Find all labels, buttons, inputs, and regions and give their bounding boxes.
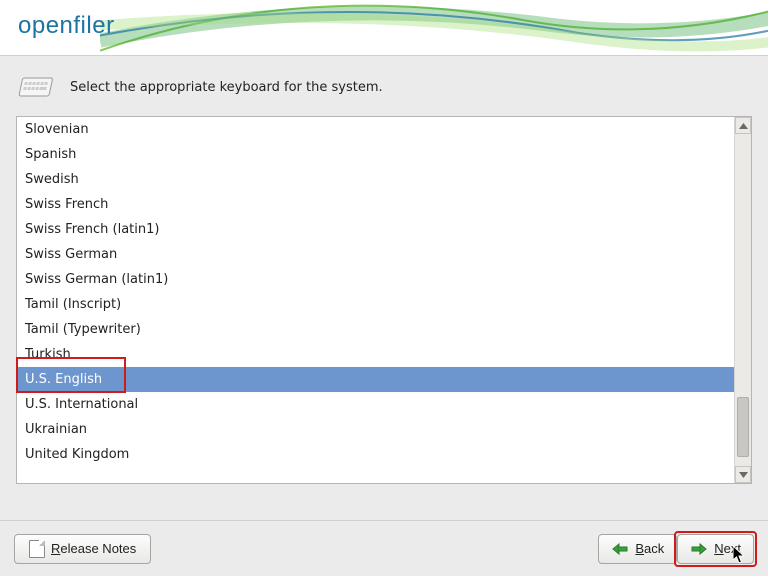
list-item[interactable]: United Kingdom: [17, 442, 734, 467]
document-icon: [29, 540, 45, 558]
back-label: Back: [635, 541, 664, 556]
instruction-row: Select the appropriate keyboard for the …: [16, 72, 752, 102]
header-banner: openfiler: [0, 0, 768, 56]
scroll-up-button[interactable]: [735, 117, 751, 134]
header-decoration: [100, 0, 768, 56]
next-label: Next: [714, 541, 741, 556]
list-item[interactable]: Tamil (Typewriter): [17, 317, 734, 342]
release-notes-button[interactable]: Release Notes: [14, 534, 151, 564]
keyboard-icon: [16, 72, 56, 102]
list-item[interactable]: Swiss French: [17, 192, 734, 217]
back-button[interactable]: Back: [598, 534, 677, 564]
list-item[interactable]: Swiss French (latin1): [17, 217, 734, 242]
scroll-thumb[interactable]: [737, 397, 749, 457]
content-area: Select the appropriate keyboard for the …: [0, 56, 768, 520]
list-item[interactable]: Swiss German: [17, 242, 734, 267]
list-item[interactable]: Slovenian: [17, 117, 734, 142]
footer-bar: Release Notes Back Next: [0, 520, 768, 576]
list-item[interactable]: Tamil (Inscript): [17, 292, 734, 317]
list-item[interactable]: Ukrainian: [17, 417, 734, 442]
instruction-text: Select the appropriate keyboard for the …: [70, 80, 383, 95]
list-item[interactable]: Spanish: [17, 142, 734, 167]
scrollbar-vertical[interactable]: [734, 117, 751, 483]
logo-text: openfiler: [18, 12, 115, 40]
list-item[interactable]: Swedish: [17, 167, 734, 192]
list-item[interactable]: Swiss German (latin1): [17, 267, 734, 292]
list-item[interactable]: U.S. English: [17, 367, 734, 392]
release-notes-label: Release Notes: [51, 541, 136, 556]
arrow-right-icon: [690, 542, 708, 556]
scroll-down-button[interactable]: [735, 466, 751, 483]
arrow-left-icon: [611, 542, 629, 556]
keyboard-listbox[interactable]: SlovenianSpanishSwedishSwiss FrenchSwiss…: [16, 116, 752, 484]
next-button[interactable]: Next: [677, 534, 754, 564]
list-item[interactable]: Turkish: [17, 342, 734, 367]
list-item[interactable]: U.S. International: [17, 392, 734, 417]
